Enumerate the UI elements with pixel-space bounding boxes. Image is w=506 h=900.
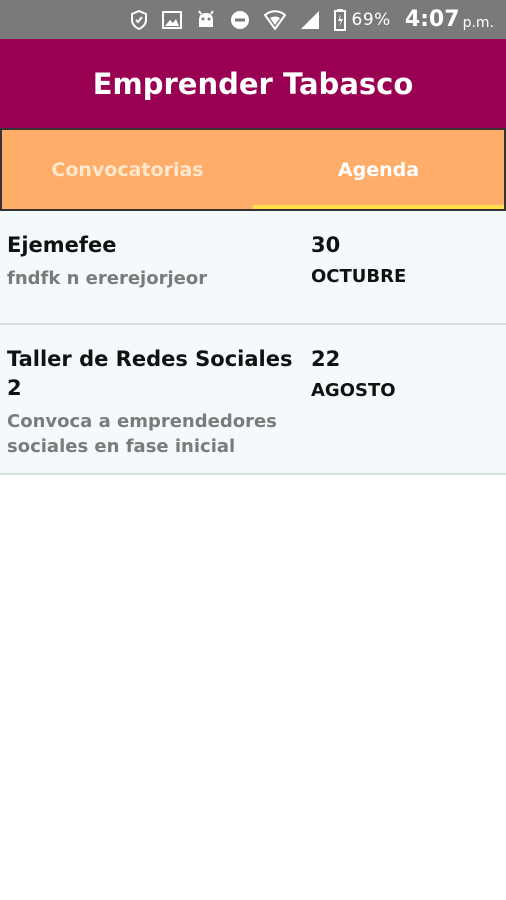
tab-convocatorias[interactable]: Convocatorias [2,130,253,209]
list-item[interactable]: Ejemefee fndfk n ererejorjeor 30 OCTUBRE [0,211,506,325]
app-bar: Emprender Tabasco [0,39,506,128]
tab-indicator [253,205,504,209]
event-title: Ejemefee [7,233,117,257]
status-bar: 69% 4:07 p.m. [0,0,506,39]
tab-bar: Convocatorias Agenda [0,128,506,211]
do-not-disturb-icon [230,8,250,32]
tab-indicator [2,205,253,209]
signal-icon [300,8,320,32]
tab-agenda[interactable]: Agenda [253,130,504,209]
event-list: Ejemefee fndfk n ererejorjeor 30 OCTUBRE… [0,211,506,475]
battery-icon [333,8,346,32]
list-item[interactable]: Taller de Redes Sociales 2 Convoca a emp… [0,325,506,475]
event-month: AGOSTO [311,380,396,401]
event-title: Taller de Redes Sociales 2 [7,347,293,400]
tab-label: Agenda [337,158,420,181]
battery-percentage: 69% [351,9,391,30]
event-description: Convoca a emprendedores sociales en fase… [7,411,277,457]
clock-time: 4:07 [404,7,460,32]
tab-label: Convocatorias [51,158,204,181]
event-month: OCTUBRE [311,266,407,287]
clock-ampm: p.m. [462,14,494,31]
wifi-icon [263,8,286,32]
event-day: 22 [311,347,341,371]
android-icon [196,8,216,32]
app-title: Emprender Tabasco [92,66,414,101]
shield-icon [130,8,148,32]
event-day: 30 [311,233,341,257]
image-icon [161,8,182,32]
event-description: fndfk n ererejorjeor [7,268,208,289]
